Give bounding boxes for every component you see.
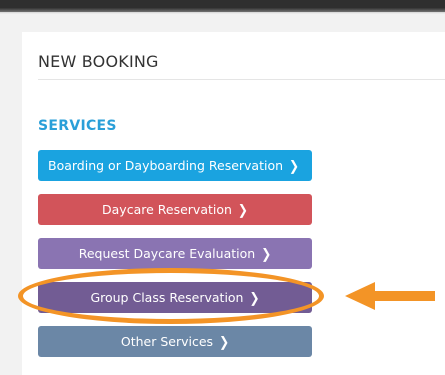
chevron-right-icon: ❯: [289, 157, 300, 174]
button-label: Request Daycare Evaluation: [78, 246, 256, 261]
daycare-reservation-button[interactable]: Daycare Reservation ❯: [38, 194, 312, 225]
arrow-left-icon: [345, 282, 435, 310]
chevron-right-icon: ❯: [249, 289, 260, 306]
request-daycare-evaluation-button[interactable]: Request Daycare Evaluation ❯: [38, 238, 312, 269]
button-label: Group Class Reservation: [90, 290, 244, 305]
boarding-reservation-button[interactable]: Boarding or Dayboarding Reservation ❯: [38, 150, 312, 181]
chevron-right-icon: ❯: [237, 201, 248, 218]
other-services-button[interactable]: Other Services ❯: [38, 326, 312, 357]
panel-title: NEW BOOKING: [38, 52, 159, 71]
screenshot-stage: NEW BOOKING SERVICES Boarding or Dayboar…: [0, 0, 445, 375]
group-class-reservation-button[interactable]: Group Class Reservation ❯: [38, 282, 312, 313]
button-label: Boarding or Dayboarding Reservation: [48, 158, 284, 173]
chevron-right-icon: ❯: [219, 333, 230, 350]
button-label: Daycare Reservation: [102, 202, 232, 217]
top-bar-shadow: [0, 8, 445, 14]
services-heading: SERVICES: [38, 118, 117, 134]
new-booking-panel: NEW BOOKING SERVICES Boarding or Dayboar…: [22, 32, 445, 375]
chevron-right-icon: ❯: [261, 245, 272, 262]
title-divider: [38, 79, 445, 80]
button-label: Other Services: [120, 334, 214, 349]
